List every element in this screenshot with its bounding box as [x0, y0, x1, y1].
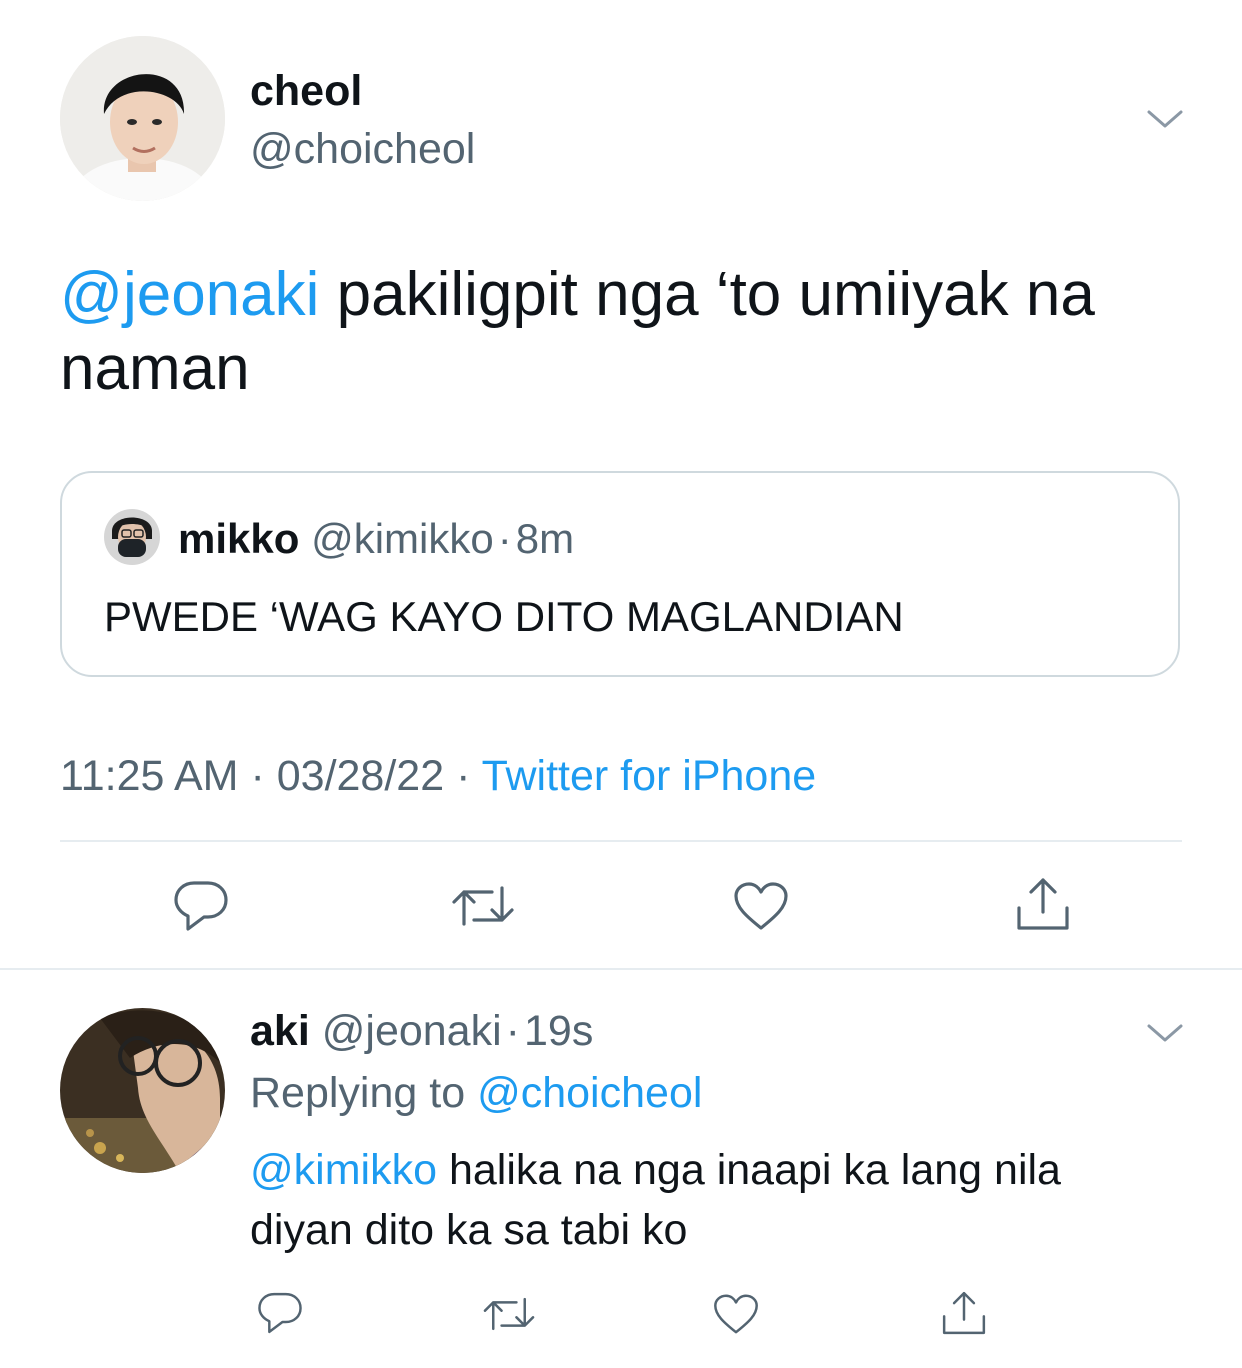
- author-handle[interactable]: @choicheol: [250, 124, 475, 174]
- share-icon[interactable]: [1014, 874, 1072, 934]
- reply-text-line1-rest: halika na nga inaapi ka lang nila: [437, 1146, 1061, 1194]
- quote-author-handle: @kimikko: [311, 515, 494, 562]
- quote-avatar: [104, 509, 160, 565]
- reply-text-line-1: @kimikko halika na nga inaapi ka lang ni…: [250, 1140, 1210, 1200]
- tweet-date: 03/28/22: [276, 752, 445, 800]
- reply-header: aki @jeonaki·19s: [250, 1004, 593, 1058]
- reply-author-handle[interactable]: @jeonaki: [322, 1007, 502, 1055]
- reply-time: 19s: [523, 1007, 594, 1055]
- share-icon[interactable]: [940, 1288, 988, 1338]
- tweet-text-line-2: naman: [60, 334, 250, 403]
- tweet-time: 11:25 AM: [60, 752, 239, 800]
- quote-author-name: mikko: [178, 515, 300, 562]
- reply-text-line-2: diyan dito ka sa tabi ko: [250, 1206, 688, 1254]
- chevron-down-icon[interactable]: [1145, 104, 1185, 134]
- replying-to-handle[interactable]: @choicheol: [477, 1069, 702, 1117]
- reply-separator: ·: [505, 1007, 520, 1055]
- replying-to: Replying to @choicheol: [250, 1066, 702, 1120]
- tweet-text: @jeonaki pakiligpit nga ‘to umiiyak na n…: [60, 258, 1200, 406]
- author-avatar[interactable]: [60, 36, 225, 201]
- tweet-source[interactable]: Twitter for iPhone: [482, 752, 817, 800]
- reply-author-name[interactable]: aki: [250, 1007, 310, 1055]
- quote-header: mikko @kimikko·8m: [178, 513, 574, 565]
- like-icon[interactable]: [732, 880, 790, 932]
- section-divider: [0, 968, 1242, 970]
- reply-icon[interactable]: [172, 878, 230, 934]
- tweet-mention[interactable]: @jeonaki: [60, 260, 319, 329]
- tweet-text-line-1: @jeonaki pakiligpit nga ‘to umiiyak na: [60, 258, 1200, 332]
- quote-text: PWEDE ‘WAG KAYO DITO MAGLANDIAN: [104, 593, 904, 640]
- quote-separator: ·: [497, 515, 512, 562]
- retweet-icon[interactable]: [448, 880, 518, 932]
- quote-time: 8m: [515, 515, 575, 562]
- reply-avatar[interactable]: [60, 1008, 225, 1173]
- like-icon[interactable]: [712, 1292, 760, 1336]
- divider: [60, 840, 1182, 842]
- tweet-text-line1-rest: pakiligpit nga ‘to umiiyak na: [319, 260, 1095, 329]
- reply-icon[interactable]: [256, 1290, 304, 1336]
- quote-tweet-card[interactable]: mikko @kimikko·8m PWEDE ‘WAG KAYO DITO M…: [60, 471, 1180, 677]
- chevron-down-icon[interactable]: [1145, 1018, 1185, 1048]
- replying-to-label: Replying to: [250, 1069, 478, 1117]
- retweet-icon[interactable]: [480, 1292, 538, 1336]
- author-name[interactable]: cheol: [250, 66, 362, 116]
- reply-mention[interactable]: @kimikko: [250, 1146, 437, 1194]
- reply-text: @kimikko halika na nga inaapi ka lang ni…: [250, 1140, 1210, 1260]
- meta-separator-1: ·: [250, 752, 265, 800]
- tweet-meta: 11:25 AM · 03/28/22 · Twitter for iPhone: [60, 748, 816, 804]
- meta-separator-2: ·: [456, 752, 471, 800]
